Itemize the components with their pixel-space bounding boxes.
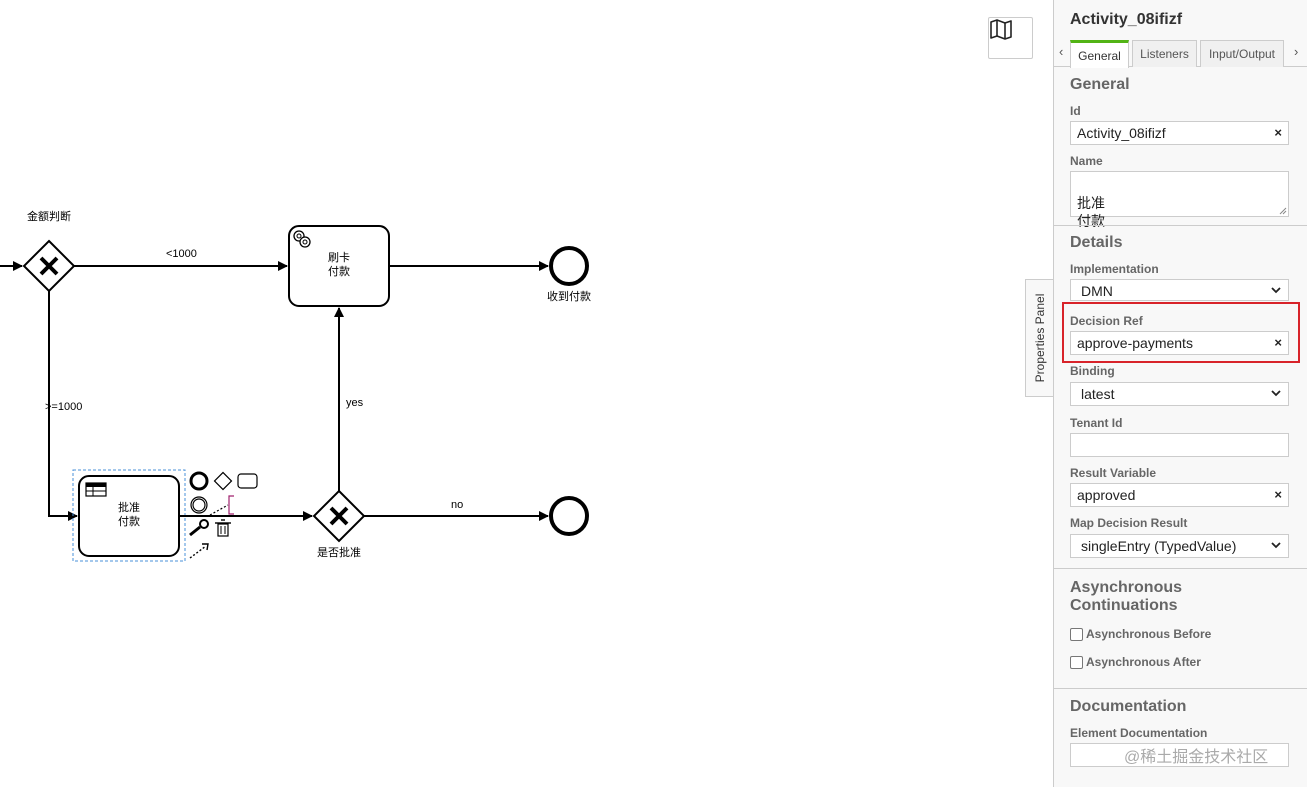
tab-listeners[interactable]: Listeners xyxy=(1132,40,1197,67)
tab-general[interactable]: General xyxy=(1070,40,1129,68)
task-approve-label: 批准 付款 xyxy=(118,502,140,528)
decision-ref-value: approve-payments xyxy=(1077,335,1193,351)
properties-panel-toggle[interactable]: Properties Panel xyxy=(1025,279,1054,397)
tab-input-output[interactable]: Input/Output xyxy=(1200,40,1284,67)
gateway-amount-check[interactable] xyxy=(22,239,76,293)
name-value: 批准 付款 xyxy=(1077,195,1105,229)
section-general-title: General xyxy=(1070,76,1130,93)
chevron-down-icon xyxy=(1271,287,1281,294)
result-variable-clear-button[interactable]: × xyxy=(1274,487,1282,503)
separator-async xyxy=(1054,688,1307,689)
tenant-id-label: Tenant Id xyxy=(1070,416,1123,430)
result-variable-label: Result Variable xyxy=(1070,466,1157,480)
append-task-icon[interactable] xyxy=(237,473,258,489)
properties-panel: Activity_08ifizf ‹ General Listeners Inp… xyxy=(1053,0,1307,787)
task-card-label: 刷卡 付款 xyxy=(328,252,350,278)
tab-next-arrow[interactable]: › xyxy=(1294,44,1298,59)
chevron-down-icon xyxy=(1271,390,1281,397)
binding-value: latest xyxy=(1081,386,1115,402)
async-before-box[interactable] xyxy=(1070,627,1083,641)
implementation-select[interactable]: DMN xyxy=(1070,279,1289,301)
separator-details xyxy=(1054,568,1307,569)
result-variable-value: approved xyxy=(1077,487,1136,503)
flow-ge-1000-label: >=1000 xyxy=(45,401,83,413)
id-value: Activity_08ifizf xyxy=(1077,125,1166,141)
properties-panel-toggle-label: Properties Panel xyxy=(1033,293,1047,383)
id-field[interactable]: Activity_08ifizf × xyxy=(1070,121,1289,145)
separator-general xyxy=(1054,225,1307,226)
async-before-checkbox[interactable]: Asynchronous Before xyxy=(1070,627,1211,641)
async-after-checkbox[interactable]: Asynchronous After xyxy=(1070,655,1201,669)
append-end-event-icon[interactable] xyxy=(189,471,209,491)
flow-lt-1000-label: <1000 xyxy=(166,248,197,260)
wrench-icon[interactable] xyxy=(189,519,209,537)
gateway-approved-check[interactable] xyxy=(312,489,366,543)
chevron-down-icon xyxy=(1271,542,1281,549)
end1-label: 收到付款 xyxy=(547,291,591,303)
gateway1-label: 金额判断 xyxy=(27,211,71,223)
implementation-value: DMN xyxy=(1081,283,1113,299)
name-label: Name xyxy=(1070,154,1103,168)
map-decision-result-value: singleEntry (TypedValue) xyxy=(1081,538,1237,554)
connect-icon[interactable] xyxy=(189,543,209,559)
append-intermediate-event-icon[interactable] xyxy=(190,496,208,514)
result-variable-field[interactable]: approved × xyxy=(1070,483,1289,507)
decision-ref-clear-button[interactable]: × xyxy=(1274,335,1282,351)
append-gateway-icon[interactable] xyxy=(213,471,233,491)
implementation-label: Implementation xyxy=(1070,262,1159,276)
flow-yes-label: yes xyxy=(346,397,364,409)
panel-tabs: ‹ General Listeners Input/Output › xyxy=(1054,40,1307,68)
async-after-label: Asynchronous After xyxy=(1086,655,1201,669)
binding-select[interactable]: latest xyxy=(1070,382,1289,406)
panel-title: Activity_08ifizf xyxy=(1070,11,1183,28)
gateway2-label: 是否批准 xyxy=(317,547,361,559)
map-icon xyxy=(990,19,1012,40)
binding-label: Binding xyxy=(1070,364,1115,378)
end-event-received[interactable] xyxy=(549,246,589,286)
text-annotation-icon[interactable] xyxy=(209,495,234,516)
tab-prev-arrow[interactable]: ‹ xyxy=(1059,44,1063,59)
async-before-label: Asynchronous Before xyxy=(1086,627,1212,641)
name-field[interactable]: 批准 付款 xyxy=(1070,171,1289,229)
decision-ref-field[interactable]: approve-payments × xyxy=(1070,331,1289,355)
trash-icon[interactable] xyxy=(215,519,231,537)
section-details-title: Details xyxy=(1070,234,1123,251)
decision-ref-label: Decision Ref xyxy=(1070,314,1143,328)
bpmn-canvas[interactable]: 金额判断 <1000 >=1000 刷卡 付款 收到付款 yes 批准 付款 是… xyxy=(0,0,1054,787)
tenant-id-field[interactable] xyxy=(1070,433,1289,457)
diagram-svg xyxy=(0,225,589,562)
resize-handle-icon[interactable] xyxy=(1279,207,1287,215)
end-event-rejected[interactable] xyxy=(549,496,589,536)
map-decision-result-label: Map Decision Result xyxy=(1070,516,1188,530)
async-after-box[interactable] xyxy=(1070,655,1083,669)
flow-no-label: no xyxy=(451,499,464,511)
id-clear-button[interactable]: × xyxy=(1274,125,1282,141)
section-async-title: Asynchronous Continuations xyxy=(1070,579,1183,614)
minimap-toggle-button[interactable] xyxy=(988,17,1033,59)
watermark: @稀土掘金技术社区 xyxy=(1124,749,1269,766)
element-documentation-label: Element Documentation xyxy=(1070,726,1208,740)
section-documentation-title: Documentation xyxy=(1070,698,1187,715)
table-icon xyxy=(85,482,107,497)
id-label: Id xyxy=(1070,104,1081,118)
map-decision-result-select[interactable]: singleEntry (TypedValue) xyxy=(1070,534,1289,558)
